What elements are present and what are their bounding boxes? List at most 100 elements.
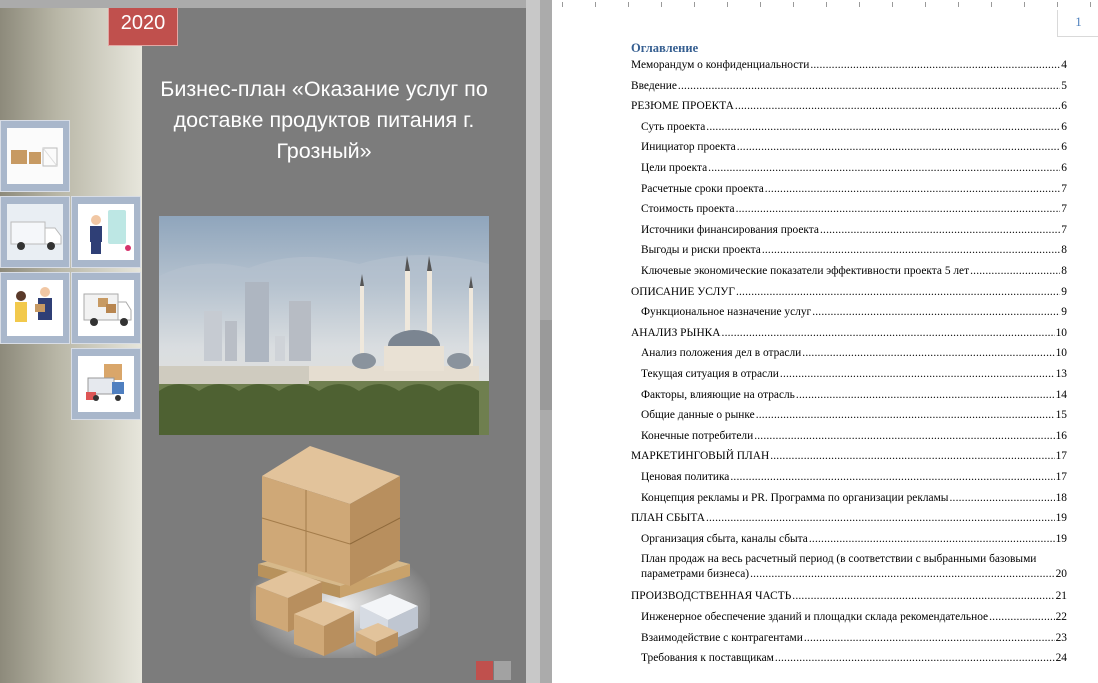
- corner-square-red: [476, 661, 493, 680]
- ruler-tick: [562, 2, 563, 7]
- toc-entry-label: Инженерное обеспечение зданий и площадки…: [641, 611, 989, 623]
- tile-truck-boxes-image: [71, 272, 141, 344]
- toc-entry-label: Инициатор проекта: [641, 141, 736, 154]
- tile-courier-customer-image: [0, 272, 70, 344]
- truck-boxes-icon: [83, 293, 132, 326]
- toc-entry[interactable]: МАРКЕТИНГОВЫЙ ПЛАН 17: [631, 449, 1067, 464]
- ruler-tick: [1024, 2, 1025, 7]
- ruler-tick: [793, 2, 794, 7]
- toc-entry[interactable]: Конечные потребители 16: [641, 429, 1067, 444]
- toc-dot-leader: [792, 589, 1054, 604]
- ruler-tick: [1090, 2, 1091, 7]
- toc-entry-label-continued: параметрами бизнеса): [641, 568, 750, 581]
- toc-entry[interactable]: Источники финансирования проекта 7: [641, 223, 1067, 238]
- toc-page-number: 17: [1055, 471, 1067, 483]
- toc-entry[interactable]: Текущая ситуация в отрасли 13: [641, 367, 1067, 382]
- toc-entry[interactable]: Ценовая политика 17: [641, 470, 1067, 485]
- toc-entry[interactable]: Инженерное обеспечение зданий и площадки…: [641, 610, 1067, 625]
- toc-entry[interactable]: ПРОИЗВОДСТВЕННАЯ ЧАСТЬ 21: [631, 589, 1067, 604]
- ruler-tick: [628, 2, 629, 7]
- scrollbar-thumb[interactable]: [540, 320, 552, 410]
- toc-page-number: 7: [1061, 203, 1067, 216]
- toc-dot-leader: [796, 388, 1055, 403]
- page-number: 1: [1057, 10, 1098, 37]
- toc-page-number: 9: [1061, 285, 1067, 298]
- toc-heading: Оглавление: [631, 41, 699, 55]
- cover-side-strip: [0, 8, 142, 683]
- toc-page-number: 6: [1061, 141, 1067, 154]
- toc-entry[interactable]: Инициатор проекта 6: [641, 140, 1067, 155]
- toc-dot-leader: [802, 346, 1054, 361]
- toc-entry[interactable]: Суть проекта 6: [641, 120, 1067, 135]
- toc-page-number: 13: [1055, 368, 1067, 380]
- ruler-tick: [595, 2, 596, 7]
- toc-dot-leader: [970, 264, 1060, 279]
- toc-entry[interactable]: ОПИСАНИЕ УСЛУГ 9: [631, 285, 1067, 300]
- toc-entry[interactable]: Требования к поставщикам 24: [641, 651, 1067, 666]
- toc-entry-label: Конечные потребители: [641, 429, 754, 442]
- toc-entry-label: Анализ положения дел в отрасли: [641, 347, 802, 360]
- toc-page-number: 22: [1055, 611, 1067, 623]
- toc-page-number: 18: [1055, 491, 1067, 504]
- toc-dot-leader: [820, 223, 1060, 238]
- toc-dot-leader: [706, 120, 1060, 135]
- ruler-tick: [694, 2, 695, 7]
- courier-customer-icon: [15, 287, 52, 322]
- toc-entry[interactable]: Меморандум о конфиденциальности 4: [631, 58, 1067, 73]
- toc-dot-leader: [989, 610, 1055, 625]
- toc-dot-leader: [810, 58, 1060, 73]
- toc-dot-leader: [730, 470, 1054, 485]
- courier-phone-icon: [90, 210, 131, 254]
- ruler-tick: [925, 2, 926, 7]
- toc-entry[interactable]: Выгоды и риски проекта 8: [641, 243, 1067, 258]
- ruler-tick: [958, 2, 959, 7]
- toc-entry[interactable]: РЕЗЮМЕ ПРОЕКТА 6: [631, 99, 1067, 114]
- toc-entry[interactable]: Анализ положения дел в отрасли 10: [641, 346, 1067, 361]
- toc-page-number: 6: [1061, 120, 1067, 133]
- toc-dot-leader: [706, 511, 1055, 526]
- toc-entry[interactable]: Общие данные о рынке 15: [641, 408, 1067, 423]
- ruler-tick: [859, 2, 860, 7]
- toc-page-number: 8: [1061, 244, 1067, 257]
- toc-dot-leader: [804, 631, 1055, 646]
- toc-entry[interactable]: План продаж на весь расчетный период (в …: [641, 552, 1067, 582]
- toc-entry-label: Введение: [631, 79, 677, 92]
- toc-entry-label: РЕЗЮМЕ ПРОЕКТА: [631, 100, 734, 113]
- toc-dot-leader: [735, 99, 1060, 114]
- cover-corner-squares: [476, 661, 512, 681]
- toc-dot-leader: [678, 79, 1060, 94]
- toc-entry[interactable]: Расчетные сроки проекта 7: [641, 182, 1067, 197]
- toc-entry-label: Суть проекта: [641, 120, 706, 133]
- toc-page-number: 23: [1055, 631, 1067, 644]
- toc-page-number: 14: [1055, 388, 1067, 401]
- toc-dot-leader: [762, 243, 1060, 258]
- toc-dot-leader: [809, 532, 1055, 547]
- cover-year: 2020: [108, 8, 178, 46]
- toc-dot-leader: [949, 491, 1054, 506]
- ruler-tick: [661, 2, 662, 7]
- page-gap: [526, 0, 540, 683]
- toc-page-number: 20: [1055, 568, 1067, 581]
- toc-entry[interactable]: Концепция рекламы и PR. Программа по орг…: [641, 491, 1067, 506]
- toc-entry[interactable]: Функциональное назначение услуг 9: [641, 305, 1067, 320]
- box-dimensions-icon: [11, 147, 58, 167]
- toc-entry-label: Источники финансирования проекта: [641, 223, 819, 236]
- toc-dot-leader: [775, 651, 1055, 666]
- toc-entry[interactable]: АНАЛИЗ РЫНКА 10: [631, 326, 1067, 341]
- toc-entry-label: ПРОИЗВОДСТВЕННАЯ ЧАСТЬ: [631, 590, 792, 603]
- toc-entry[interactable]: Стоимость проекта 7: [641, 202, 1067, 217]
- toc-dot-leader: [750, 567, 1055, 582]
- toc-entry[interactable]: Введение 5: [631, 79, 1067, 94]
- toc-dot-leader: [756, 408, 1055, 423]
- toc-entry[interactable]: Факторы, влияющие на отрасль 14: [641, 388, 1067, 403]
- toc-page-number: 21: [1055, 590, 1067, 603]
- toc-entry[interactable]: Организация сбыта, каналы сбыта 19: [641, 532, 1067, 547]
- toc-entry[interactable]: Взаимодействие с контрагентами 23: [641, 631, 1067, 646]
- toc-page-number: 8: [1061, 265, 1067, 277]
- toc-entry[interactable]: ПЛАН СБЫТА 19: [631, 511, 1067, 526]
- toc-dot-leader: [765, 182, 1061, 197]
- ruler-tick: [760, 2, 761, 7]
- toc-entry[interactable]: Цели проекта 6: [641, 161, 1067, 176]
- toc-entry-label: Требования к поставщикам: [641, 652, 774, 665]
- toc-entry[interactable]: Ключевые экономические показатели эффект…: [641, 264, 1067, 279]
